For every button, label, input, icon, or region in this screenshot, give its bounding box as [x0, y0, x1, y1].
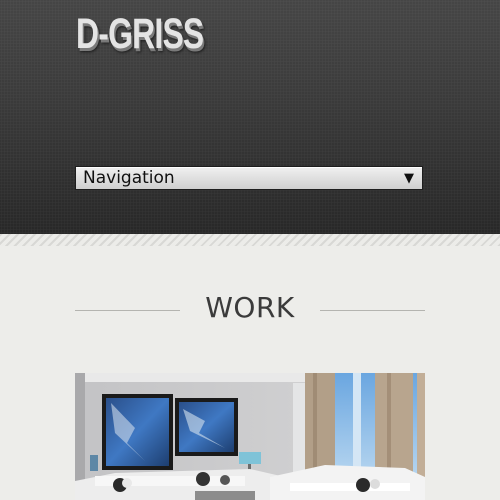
section-title-rule-right — [320, 310, 425, 311]
caret-down-icon: ▼ — [404, 171, 414, 186]
work-image[interactable] — [75, 373, 425, 500]
navigation-select[interactable]: Navigation ▼ — [75, 166, 423, 190]
section-title-rule-left — [75, 310, 180, 311]
site-header: D-GRISS Navigation ▼ — [0, 0, 500, 234]
navigation-select-label: Navigation — [83, 168, 175, 188]
site-logo[interactable]: D-GRISS — [76, 10, 204, 58]
work-image-illustration — [75, 373, 425, 500]
section-title: WORK — [205, 291, 295, 324]
header-divider-stripe — [0, 234, 500, 246]
